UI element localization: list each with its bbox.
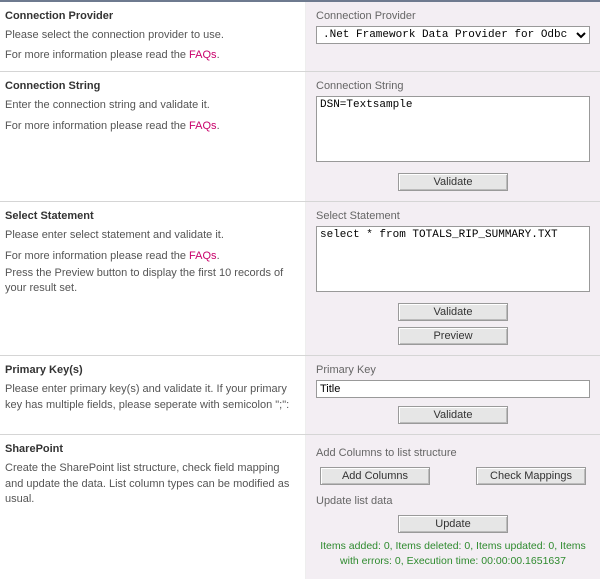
field-label: Primary Key xyxy=(316,364,590,376)
validate-primary-key-button[interactable]: Validate xyxy=(398,406,508,424)
field-label: Connection String xyxy=(316,80,590,92)
update-status: Items added: 0, Items deleted: 0, Items … xyxy=(316,539,590,568)
update-button[interactable]: Update xyxy=(398,515,508,533)
connection-string-input[interactable]: DSN=Textsample xyxy=(316,96,590,162)
section-title: SharePoint xyxy=(5,443,295,455)
section-left: Connection String Enter the connection s… xyxy=(0,72,305,201)
update-heading: Update list data xyxy=(316,495,590,507)
section-left: Select Statement Please enter select sta… xyxy=(0,202,305,355)
add-columns-heading: Add Columns to list structure xyxy=(316,447,590,459)
faq-line: For more information please read the FAQ… xyxy=(5,250,295,262)
section-desc: Please select the connection provider to… xyxy=(5,28,295,43)
section-left: Primary Key(s) Please enter primary key(… xyxy=(0,356,305,434)
faq-link[interactable]: FAQs xyxy=(189,120,217,132)
section-title: Select Statement xyxy=(5,210,295,222)
validate-select-button[interactable]: Validate xyxy=(398,303,508,321)
preview-button[interactable]: Preview xyxy=(398,327,508,345)
field-label: Connection Provider xyxy=(316,10,590,22)
section-sharepoint: SharePoint Create the SharePoint list st… xyxy=(0,435,600,578)
field-label: Select Statement xyxy=(316,210,590,222)
section-primary-key: Primary Key(s) Please enter primary key(… xyxy=(0,356,600,435)
faq-line: For more information please read the FAQ… xyxy=(5,120,295,132)
add-columns-button[interactable]: Add Columns xyxy=(320,467,430,485)
section-desc: Enter the connection string and validate… xyxy=(5,98,295,113)
section-desc: Please enter select statement and valida… xyxy=(5,228,295,243)
section-connection-string: Connection String Enter the connection s… xyxy=(0,72,600,202)
check-mappings-button[interactable]: Check Mappings xyxy=(476,467,586,485)
validate-connection-button[interactable]: Validate xyxy=(398,173,508,191)
primary-key-input[interactable] xyxy=(316,380,590,398)
section-left: Connection Provider Please select the co… xyxy=(0,2,305,71)
select-statement-input[interactable]: select * from TOTALS_RIP_SUMMARY.TXT xyxy=(316,226,590,292)
section-right: Add Columns to list structure Add Column… xyxy=(305,435,600,578)
section-desc: Please enter primary key(s) and validate… xyxy=(5,382,295,413)
section-right: Primary Key Validate xyxy=(305,356,600,434)
faq-line: For more information please read the FAQ… xyxy=(5,49,295,61)
section-right: Connection String DSN=Textsample Validat… xyxy=(305,72,600,201)
section-connection-provider: Connection Provider Please select the co… xyxy=(0,2,600,72)
section-title: Connection Provider xyxy=(5,10,295,22)
faq-link[interactable]: FAQs xyxy=(189,250,217,262)
section-desc: Create the SharePoint list structure, ch… xyxy=(5,461,295,507)
section-title: Primary Key(s) xyxy=(5,364,295,376)
connection-provider-select[interactable]: .Net Framework Data Provider for Odbc xyxy=(316,26,590,44)
section-desc2: Press the Preview button to display the … xyxy=(5,266,295,297)
section-title: Connection String xyxy=(5,80,295,92)
section-right: Connection Provider .Net Framework Data … xyxy=(305,2,600,71)
faq-link[interactable]: FAQs xyxy=(189,49,217,61)
section-right: Select Statement select * from TOTALS_RI… xyxy=(305,202,600,355)
section-left: SharePoint Create the SharePoint list st… xyxy=(0,435,305,578)
section-select-statement: Select Statement Please enter select sta… xyxy=(0,202,600,356)
